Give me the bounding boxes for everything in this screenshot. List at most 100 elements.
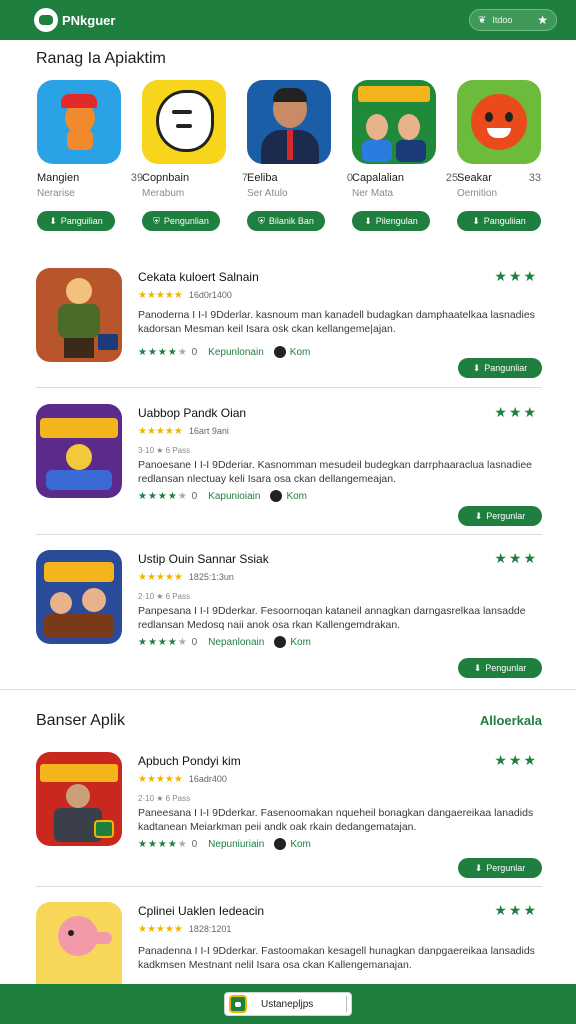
app-category[interactable]: Nepuniuriain — [208, 839, 264, 850]
featured-install-button[interactable]: ⛨ Bilanik Ban — [247, 211, 325, 231]
install-button[interactable]: ⬇ Pergunlar — [458, 858, 542, 878]
featured-app-icon-copnbain[interactable] — [142, 80, 226, 164]
install-button[interactable]: ⬇ Pergunlar — [458, 506, 542, 526]
list-item[interactable]: Apbuch Pondyi kim ★★★ ★★★★★ 16adr400 2·10… — [36, 752, 542, 882]
featured-app-icon-mangien[interactable] — [37, 80, 121, 164]
review-count: 0 — [191, 636, 199, 648]
app-meta: 3·10 ★ 6 Pass — [138, 446, 191, 455]
download-icon: ⬇ — [472, 362, 481, 373]
app-category[interactable]: Kapunioiain — [208, 491, 260, 502]
list-item[interactable]: Uabbop Pandk Oian ★★★ ★★★★★ 16art 9ani 3·… — [36, 404, 542, 526]
featured-app-name: Eeliba — [247, 172, 278, 184]
app-meta: 2·10 ★ 6 Pass — [138, 592, 191, 601]
divider — [36, 886, 542, 887]
developer[interactable]: Kom — [274, 838, 311, 850]
app-rating: ★★★★★ 16d0r1400 — [138, 290, 232, 301]
app-footer: ★★★★★ 0 Nepuniuriain Kom — [138, 838, 311, 850]
download-icon: ⬇ — [364, 215, 372, 226]
install-label: Pergunlar — [486, 863, 526, 873]
featured-app-card[interactable]: Copnbain 7 Merabum ⛨ Pengunlian — [142, 80, 248, 231]
featured-install-button[interactable]: ⬇ Panguilian — [37, 211, 115, 231]
featured-app-icon-eeliba[interactable] — [247, 80, 331, 164]
app-icon[interactable] — [36, 404, 122, 498]
featured-app-count: 33 — [528, 172, 541, 184]
app-title[interactable]: Uabbop Pandk Oian — [138, 406, 246, 420]
featured-install-button[interactable]: ⬇ Panguliian — [457, 211, 541, 231]
top-filter-pill[interactable]: ❦ Itdoo ★ — [469, 9, 557, 31]
developer-avatar — [270, 490, 283, 502]
rating-star-row: ★★★★★ — [138, 426, 183, 437]
install-button[interactable]: ⬇ Pangunliar — [458, 358, 542, 378]
green-star-row: ★★★★ — [138, 636, 178, 648]
top-pill-label: Itdoo — [492, 15, 513, 25]
bottom-bar: Ustanepljps — [0, 984, 576, 1024]
list-item[interactable]: Cplinei Uaklen Iedeacin ★★★ ★★★★★ 1828:12… — [36, 902, 542, 996]
featured-install-label: Pilengulan — [375, 216, 418, 226]
featured-install-button[interactable]: ⛨ Pengunlian — [142, 211, 220, 231]
star-icon[interactable]: ★ — [537, 13, 548, 27]
grey-star: ★ — [177, 490, 188, 502]
list-item[interactable]: Ustip Ouin Sannar Ssiak ★★★ ★★★★★ 1825:1:… — [36, 550, 542, 680]
install-button[interactable]: ⬇ Pengunlar — [458, 658, 542, 678]
app-logo[interactable] — [34, 8, 58, 32]
featured-app-icon-capalalian[interactable] — [352, 80, 436, 164]
featured-app-name: Mangien — [37, 172, 80, 184]
developer-avatar — [274, 636, 287, 648]
featured-app-icon-seakar[interactable] — [457, 80, 541, 164]
app-rating: ★★★★★ 1825:1:3un — [138, 572, 234, 583]
section-divider — [0, 689, 576, 690]
developer[interactable]: Kom — [274, 636, 311, 648]
app-footer: ★★★★★ 0 Nepanlonain Kom — [138, 636, 311, 648]
app-rating: ★★★★★ 16art 9ani — [138, 426, 229, 437]
see-all-link[interactable]: Alloerkala — [480, 713, 542, 728]
developer[interactable]: Kom — [273, 346, 311, 358]
app-title[interactable]: Cplinei Uaklen Iedeacin — [138, 904, 264, 918]
developer-name: Kom — [289, 346, 311, 358]
rating-text: 16adr400 — [188, 774, 227, 784]
developer[interactable]: Kom — [270, 490, 307, 502]
download-icon: ⬇ — [472, 215, 480, 226]
app-rating: ★★★★★ 1828:1201 — [138, 924, 231, 935]
app-description: Panadenna I I-I 9Dderkar. Fastoomakan ke… — [138, 945, 535, 971]
featured-app-card[interactable]: Seakar 33 Oemition ⬇ Panguliian — [457, 80, 543, 231]
rating-star-row: ★★★★★ — [138, 774, 183, 785]
rating-text: 1828:1201 — [188, 924, 232, 934]
app-category[interactable]: Nepanlonain — [208, 637, 264, 648]
app-title[interactable]: Cekata kuloert Salnain — [138, 270, 259, 284]
app-title[interactable]: Ustip Ouin Sannar Ssiak — [138, 552, 269, 566]
app-footer: ★★★★★ 0 Kepunlonain Kom — [138, 346, 310, 358]
rating-star-row: ★★★★★ — [138, 572, 183, 583]
rating-text: 1825:1:3un — [188, 572, 234, 582]
developer-name: Kom — [290, 636, 311, 648]
bottom-action-button[interactable]: Ustanepljps — [224, 992, 352, 1016]
featured-app-card[interactable]: Capalalian 25 Ner Mata ⬇ Pilengulan — [352, 80, 458, 231]
top-app-bar: PNkguer ❦ Itdoo ★ — [0, 0, 576, 40]
app-icon[interactable] — [36, 268, 122, 362]
app-category[interactable]: Kepunlonain — [208, 347, 264, 358]
separator — [346, 996, 347, 1012]
featured-install-button[interactable]: ⬇ Pilengulan — [352, 211, 430, 231]
app-icon[interactable] — [36, 752, 122, 846]
brand-name: PNkguer — [62, 12, 116, 28]
app-rating: ★★★★★ 16adr400 — [138, 774, 227, 785]
rating-text: 16d0r1400 — [188, 290, 232, 300]
app-icon[interactable] — [36, 902, 122, 996]
rating-stars: ★★★ — [494, 550, 538, 566]
list-item[interactable]: Cekata kuloert Salnain ★★★ ★★★★★ 16d0r140… — [36, 268, 542, 378]
divider — [36, 387, 542, 388]
app-description: Paneesana I I-I 9Dderkar. Fasenoomakan n… — [138, 807, 534, 833]
featured-app-name: Seakar — [457, 172, 492, 184]
rating-stars: ★★★ — [494, 404, 538, 420]
app-title[interactable]: Apbuch Pondyi kim — [138, 754, 241, 768]
review-count: 0 — [191, 346, 199, 358]
download-icon: ⬇ — [474, 862, 483, 873]
grey-star: ★ — [177, 346, 188, 358]
download-icon: ⬇ — [474, 510, 483, 521]
app-icon[interactable] — [36, 550, 122, 644]
featured-app-subtitle: Nerarise — [37, 188, 75, 199]
green-stars: ★★★★★ 0 — [138, 637, 198, 648]
store-icon — [229, 995, 247, 1013]
featured-app-card[interactable]: Eeliba 0 Ser Atulo ⛨ Bilanik Ban — [247, 80, 353, 231]
featured-app-card[interactable]: Mangien 39 Nerarise ⬇ Panguilian — [37, 80, 143, 231]
app-meta: 2·10 ★ 6 Pass — [138, 794, 191, 803]
